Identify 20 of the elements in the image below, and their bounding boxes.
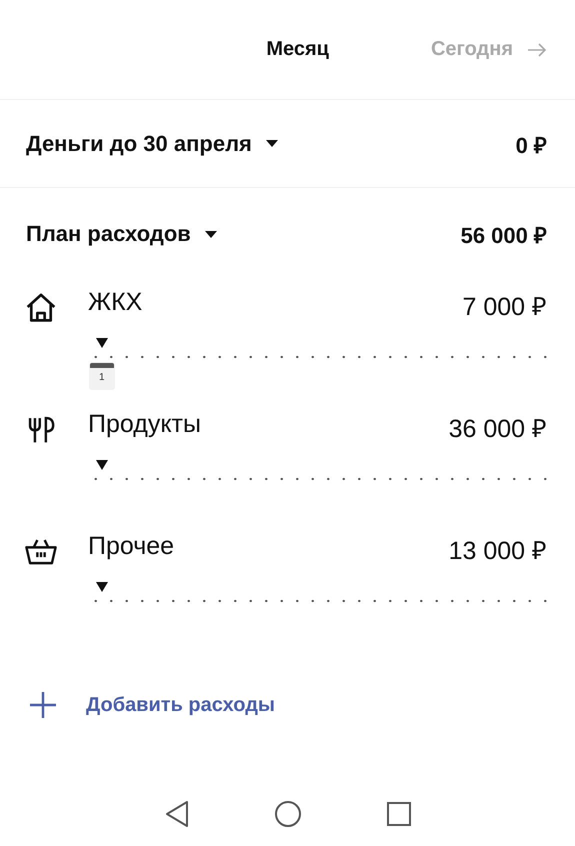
plan-amount: 56 000 ₽ [460, 222, 547, 249]
category-name[interactable]: Прочее [88, 532, 174, 566]
category-amount: 7 000 ₽ [462, 292, 547, 322]
balance-dropdown[interactable]: Деньги до 30 апреля [26, 130, 278, 156]
category-name[interactable]: Продукты [88, 410, 201, 444]
back-icon[interactable] [164, 800, 190, 828]
category-amount: 13 000 ₽ [448, 536, 547, 566]
caret-icon [266, 140, 278, 147]
recents-icon[interactable] [386, 801, 412, 827]
category-name[interactable]: ЖКХ [88, 288, 142, 322]
arrow-right-icon [527, 42, 547, 56]
add-expense-button[interactable]: Добавить расходы [28, 690, 275, 720]
category-amount: 36 000 ₽ [448, 414, 547, 444]
caret-icon [204, 230, 217, 238]
calendar-badge: 1 [88, 362, 115, 390]
balance-amount: 0 ₽ [516, 132, 547, 158]
plan-dropdown[interactable]: План расходов [26, 221, 217, 247]
plus-icon [28, 690, 58, 720]
period-label[interactable]: Месяц [266, 38, 329, 61]
home-icon[interactable] [274, 800, 302, 828]
